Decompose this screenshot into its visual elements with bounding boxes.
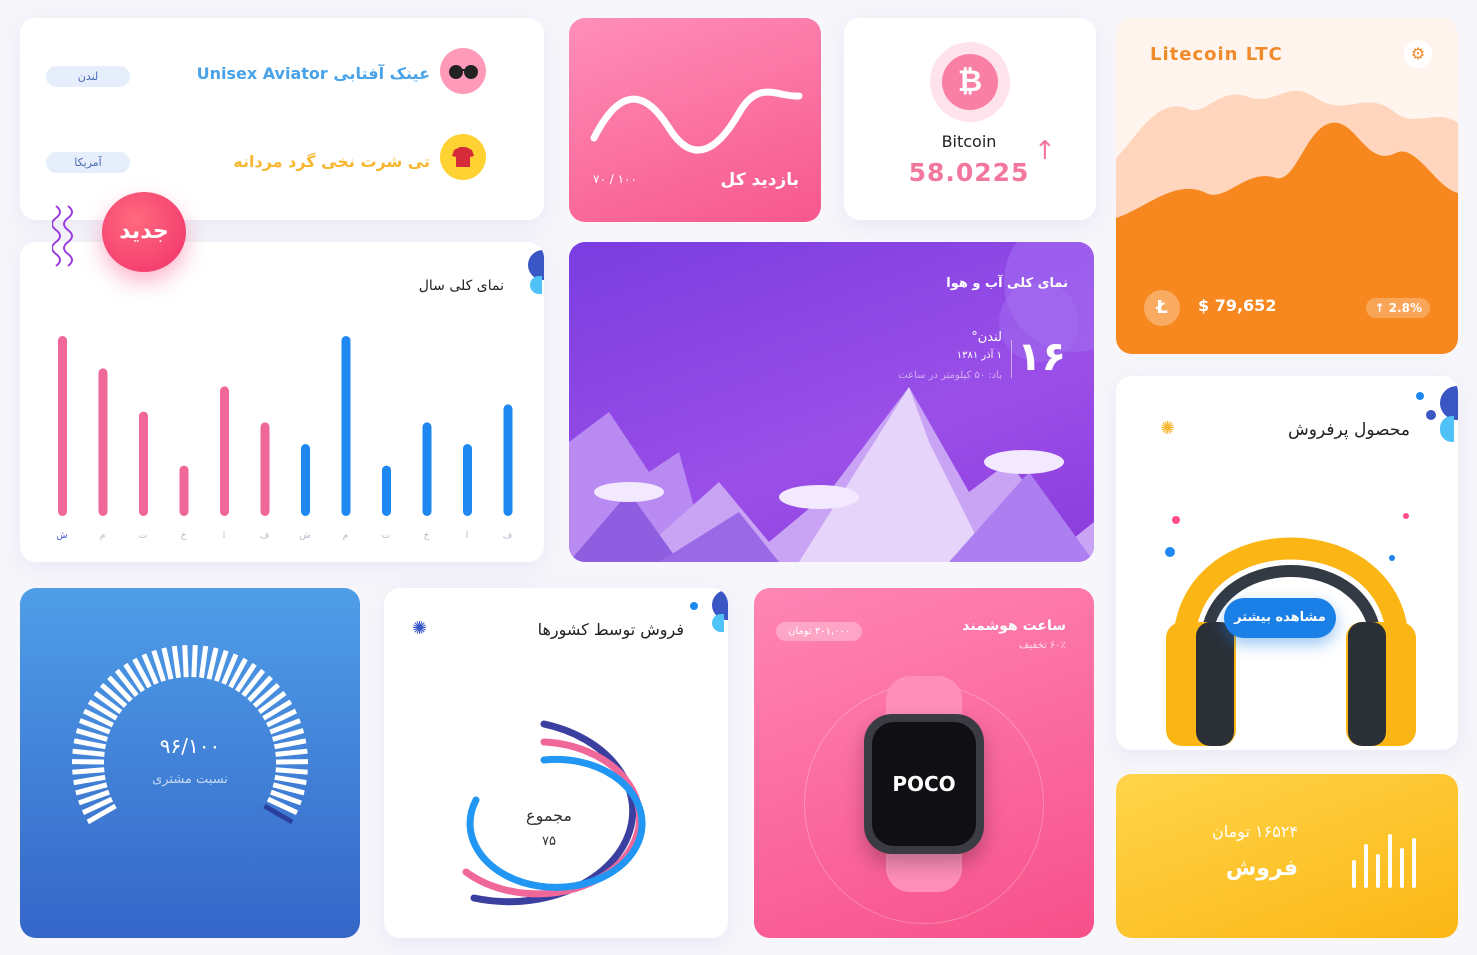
divider xyxy=(1011,340,1012,378)
litecoin-card: Litecoin LTC ⚙ Ł $ 79,652 ↑ 2.8% xyxy=(1116,18,1458,354)
bar xyxy=(179,465,189,516)
gear-icon[interactable]: ✺ xyxy=(412,618,427,639)
x-tick-label: ف xyxy=(260,531,269,541)
gauge-chart xyxy=(71,645,309,825)
total-label: مجموع xyxy=(526,806,572,825)
watch-title: ساعت هوشمند xyxy=(962,618,1066,634)
wind-speed: باد: ۵۰ کیلومتر در ساعت xyxy=(898,370,1002,381)
total-value: ۷۵ xyxy=(542,834,556,849)
location-badge: لندن xyxy=(46,66,130,87)
watch-discount: ۶۰٪ تخفیف xyxy=(1019,640,1066,651)
bar xyxy=(382,465,391,516)
x-tick-label: ت xyxy=(382,531,390,541)
bar xyxy=(139,411,148,516)
bar xyxy=(422,422,432,516)
temperature: ۱۶ xyxy=(1017,334,1066,380)
country-sales-title: فروش توسط کشورها xyxy=(537,620,684,639)
year-bar-chart: فاختمشفاختمش xyxy=(57,336,513,541)
sales-label: فروش xyxy=(1225,856,1298,881)
sales-amount: ۱۶۵۲۴ تومان xyxy=(1212,822,1298,841)
change-value: 2.8% xyxy=(1388,301,1422,315)
bar xyxy=(260,422,270,516)
price-change-badge: ↑ 2.8% xyxy=(1366,298,1430,318)
gauge-tick xyxy=(182,645,189,678)
gauge-tick xyxy=(206,647,219,680)
bar xyxy=(58,336,67,516)
coin-price: $ 79,652 xyxy=(1198,296,1277,315)
customer-ratio-card: ۹۶/۱۰۰ نسبت مشتری xyxy=(20,588,360,938)
gauge-tick xyxy=(191,645,198,678)
litecoin-icon: Ł xyxy=(1144,290,1180,326)
bestseller-title: محصول پرفروش xyxy=(1288,420,1410,440)
x-tick-label: خ xyxy=(424,531,430,541)
x-tick-label: ف xyxy=(503,531,512,541)
smartwatch-card: ساعت هوشمند ۶۰٪ تخفیف ۳۰۱,۰۰۰ تومان POCO xyxy=(754,588,1094,938)
product-name[interactable]: عینک آفتابی Unisex Aviator xyxy=(190,64,430,83)
decor-dots xyxy=(684,588,728,638)
year-overview-card: نمای کلی سال ف ا خ ت م ش ف ا خ ت م ش xyxy=(20,242,544,562)
bar xyxy=(463,444,472,516)
sunglasses-icon xyxy=(440,48,486,94)
x-tick-label: ش xyxy=(300,531,311,541)
x-tick-label: ت xyxy=(139,531,147,541)
zigzag-decoration xyxy=(51,204,78,280)
visits-card: بازدید کل ۱۰۰ / ۷۰ xyxy=(569,18,821,222)
gauge-tick xyxy=(198,645,209,679)
tshirt-icon xyxy=(440,134,486,180)
view-more-button[interactable]: مشاهده بیشتر xyxy=(1224,598,1336,638)
bar xyxy=(503,404,513,516)
gauge-value: ۹۶/۱۰۰ xyxy=(159,734,221,758)
bar xyxy=(341,336,351,516)
x-tick-label: ا xyxy=(223,531,226,541)
sales-mini-bars xyxy=(1352,834,1416,888)
bestseller-card: محصول پرفروش ✺ مشاهده بیشتر xyxy=(1116,376,1458,750)
gauge-label: نسبت مشتری xyxy=(152,772,228,787)
x-tick-label: م xyxy=(343,531,349,541)
decor-dots xyxy=(508,242,544,294)
watch-brand: POCO xyxy=(892,772,956,796)
bitcoin-icon: ₿ xyxy=(930,42,1010,122)
up-arrow-icon: ↑ xyxy=(1034,136,1056,166)
products-card: عینک آفتابی Unisex Aviator لندن تی شرت ن… xyxy=(20,18,544,220)
weather-date: ۱ آذر ۱۳۸۱ xyxy=(956,350,1002,361)
visits-title: بازدید کل xyxy=(720,170,799,190)
new-badge: جدید xyxy=(102,192,186,272)
chart-title: نمای کلی سال xyxy=(418,278,504,294)
coin-label: Bitcoin xyxy=(941,132,997,151)
city-name: لندن° xyxy=(971,330,1002,345)
location-badge: آمریکا xyxy=(46,152,130,173)
bitcoin-card: ₿ Bitcoin 58.0225 ↑ xyxy=(844,18,1096,220)
bar xyxy=(220,386,229,516)
country-sales-card: فروش توسط کشورها ✺ مجموع ۷۵ xyxy=(384,588,728,938)
coin-title: Litecoin LTC xyxy=(1150,44,1283,65)
up-arrow-icon: ↑ xyxy=(1374,301,1389,315)
gauge-tick xyxy=(171,645,182,679)
x-tick-label: خ xyxy=(181,531,187,541)
watch-price-badge: ۳۰۱,۰۰۰ تومان xyxy=(776,622,863,641)
smartwatch-image: POCO xyxy=(864,676,984,892)
bar xyxy=(301,444,310,516)
bar xyxy=(98,368,108,516)
product-name[interactable]: تی شرت نخی گرد مردانه xyxy=(190,152,430,171)
weather-card: نمای کلی آب و هوا ۱۶ لندن° ۱ آذر ۱۳۸۱ با… xyxy=(569,242,1094,562)
gear-icon[interactable]: ✺ xyxy=(1160,418,1175,439)
gear-icon[interactable]: ⚙ xyxy=(1404,40,1432,68)
weather-title: نمای کلی آب و هوا xyxy=(946,276,1068,291)
sales-card: ۱۶۵۲۴ تومان فروش xyxy=(1116,774,1458,938)
decor-dots xyxy=(1412,376,1458,446)
x-tick-label: م xyxy=(100,531,106,541)
visits-wave-line xyxy=(590,88,803,154)
x-tick-label: ش xyxy=(57,531,68,541)
gauge-tick xyxy=(161,647,174,680)
visits-ratio: ۱۰۰ / ۷۰ xyxy=(593,172,637,186)
coin-value: 58.0225 xyxy=(908,158,1030,187)
x-tick-label: ا xyxy=(466,531,469,541)
